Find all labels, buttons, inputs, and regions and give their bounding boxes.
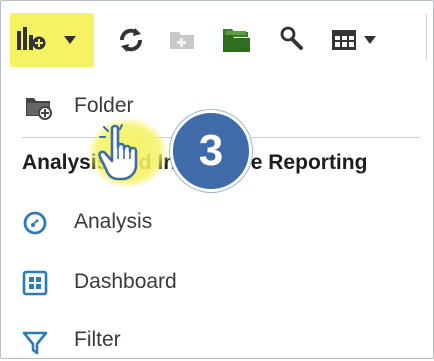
menu-item-label: Folder (74, 94, 134, 117)
search-icon (280, 26, 303, 50)
chevron-down-icon (364, 36, 376, 44)
toolbar (0, 0, 434, 72)
new-folder-icon (22, 92, 56, 125)
view-options-icon (332, 30, 376, 50)
dashboard-icon (22, 270, 48, 301)
filter-icon (22, 330, 48, 361)
view-options-button[interactable] (330, 27, 392, 58)
step-number-badge: 3 (170, 110, 252, 192)
refresh-icon (120, 28, 142, 52)
pointer-hand-icon (98, 123, 154, 188)
menu-item-label: Filter (74, 328, 121, 351)
folder-open-icon (223, 29, 250, 52)
refresh-button[interactable] (117, 26, 145, 59)
toolbar-edge (426, 14, 427, 60)
new-folder-button[interactable] (168, 28, 198, 57)
new-content-button[interactable] (16, 25, 82, 58)
new-content-icon (17, 27, 76, 50)
open-folder-button[interactable] (220, 25, 254, 60)
menu-item-label: Dashboard (74, 270, 177, 293)
menu-item-label: Analysis (74, 210, 153, 233)
analysis-icon (22, 210, 48, 241)
search-button[interactable] (279, 25, 305, 58)
chevron-down-icon (64, 36, 76, 44)
folder-add-disabled-icon (170, 32, 194, 49)
